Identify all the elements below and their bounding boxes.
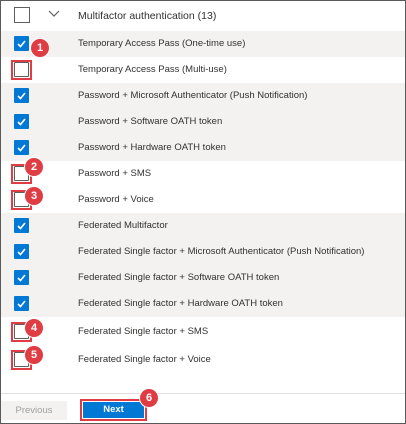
method-label: Federated Single factor + Voice bbox=[78, 354, 211, 365]
callout-badge: 4 bbox=[25, 319, 43, 337]
checkmark-icon bbox=[17, 92, 26, 100]
method-row[interactable]: Federated Single factor + SMS bbox=[1, 319, 405, 345]
callout-badge: 2 bbox=[25, 158, 43, 176]
callout-badge: 3 bbox=[25, 187, 43, 205]
method-checkbox[interactable] bbox=[14, 218, 29, 233]
method-checkbox[interactable] bbox=[14, 114, 29, 129]
method-row[interactable]: Federated Multifactor bbox=[1, 213, 405, 239]
method-row[interactable]: Federated Single factor + Software OATH … bbox=[1, 265, 405, 291]
method-row[interactable]: Temporary Access Pass (Multi-use) bbox=[1, 57, 405, 83]
method-row[interactable]: Password + Voice bbox=[1, 187, 405, 213]
checkmark-icon bbox=[17, 222, 26, 230]
checkmark-icon bbox=[17, 274, 26, 282]
callout-badge: 5 bbox=[25, 346, 43, 364]
method-label: Temporary Access Pass (Multi-use) bbox=[78, 64, 227, 75]
method-label: Temporary Access Pass (One-time use) bbox=[78, 38, 246, 49]
method-label: Password + Voice bbox=[78, 194, 154, 205]
method-label: Federated Single factor + Hardware OATH … bbox=[78, 298, 283, 309]
method-row[interactable]: Password + SMS bbox=[1, 161, 405, 187]
callout-badge: 6 bbox=[140, 389, 158, 407]
method-row[interactable]: Federated Single factor + Microsoft Auth… bbox=[1, 239, 405, 265]
method-checkbox[interactable] bbox=[14, 36, 29, 51]
checkmark-icon bbox=[17, 248, 26, 256]
group-header: Multifactor authentication (13) bbox=[1, 1, 405, 32]
method-label: Federated Single factor + SMS bbox=[78, 326, 209, 337]
method-row[interactable]: Password + Microsoft Authenticator (Push… bbox=[1, 83, 405, 109]
method-label: Federated Single factor + Microsoft Auth… bbox=[78, 246, 365, 257]
method-checkbox[interactable] bbox=[14, 88, 29, 103]
chevron-down-icon[interactable] bbox=[47, 9, 61, 19]
footer-divider bbox=[1, 393, 405, 394]
method-checkbox[interactable] bbox=[14, 296, 29, 311]
group-title: Multifactor authentication (13) bbox=[78, 10, 217, 22]
method-row[interactable]: Password + Software OATH token bbox=[1, 109, 405, 135]
method-label: Federated Multifactor bbox=[78, 220, 168, 231]
method-label: Password + Hardware OATH token bbox=[78, 142, 226, 153]
method-checkbox[interactable] bbox=[14, 140, 29, 155]
checkmark-icon bbox=[17, 144, 26, 152]
method-checkbox[interactable] bbox=[14, 244, 29, 259]
checkmark-icon bbox=[17, 118, 26, 126]
callout-badge: 1 bbox=[31, 39, 49, 57]
checkmark-icon bbox=[17, 40, 26, 48]
method-row[interactable]: Federated Single factor + Voice bbox=[1, 347, 405, 373]
method-checkbox[interactable] bbox=[14, 270, 29, 285]
next-button[interactable]: Next bbox=[83, 402, 144, 418]
method-row[interactable]: Temporary Access Pass (One-time use) bbox=[1, 31, 405, 57]
method-label: Password + Software OATH token bbox=[78, 116, 223, 127]
method-row[interactable]: Password + Hardware OATH token bbox=[1, 135, 405, 161]
method-label: Password + SMS bbox=[78, 168, 152, 179]
auth-methods-panel: Multifactor authentication (13) Temporar… bbox=[0, 0, 406, 424]
select-all-checkbox[interactable] bbox=[14, 7, 30, 23]
method-label: Password + Microsoft Authenticator (Push… bbox=[78, 90, 308, 101]
previous-button[interactable]: Previous bbox=[1, 401, 67, 420]
checkmark-icon bbox=[17, 300, 26, 308]
method-label: Federated Single factor + Software OATH … bbox=[78, 272, 280, 283]
highlight-box bbox=[11, 60, 32, 80]
method-row[interactable]: Federated Single factor + Hardware OATH … bbox=[1, 291, 405, 317]
